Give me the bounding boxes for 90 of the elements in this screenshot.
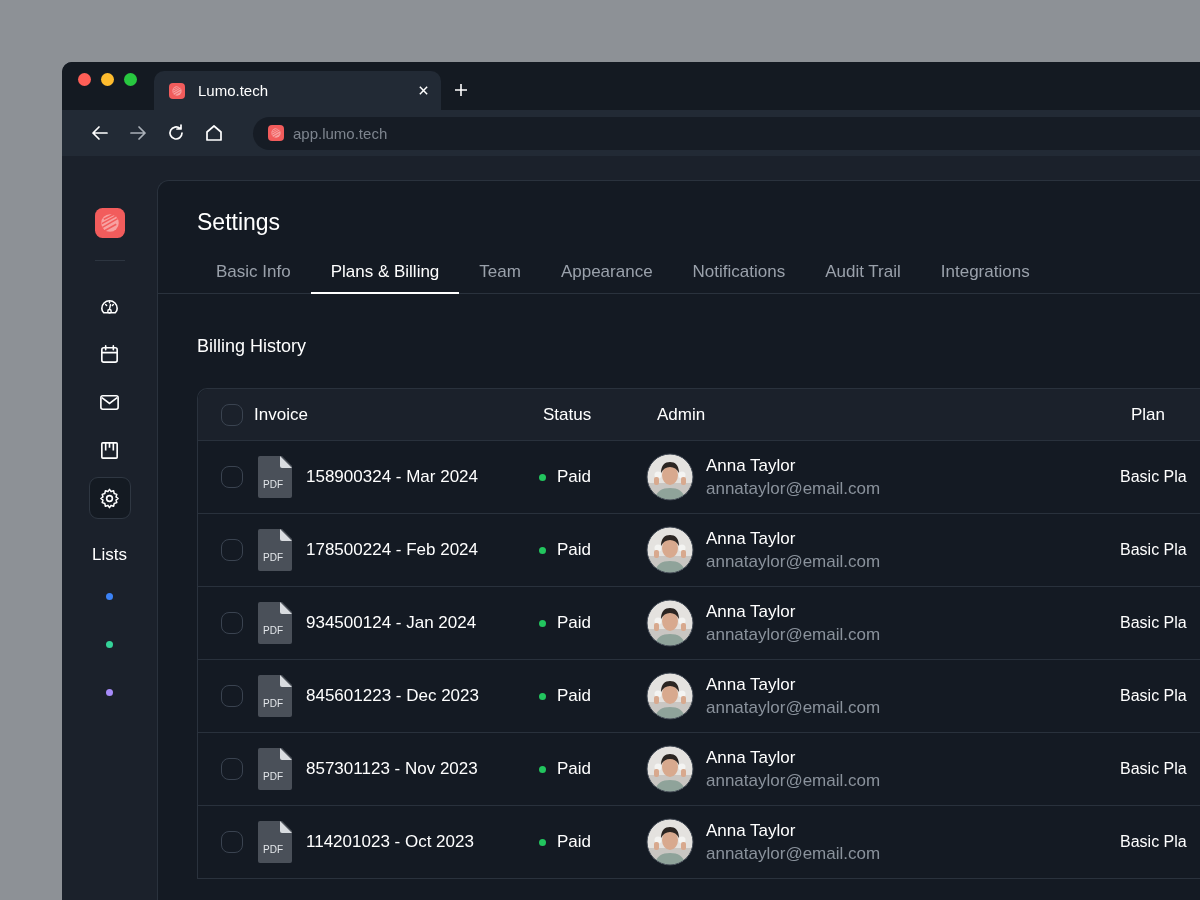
column-header: Admin bbox=[657, 404, 706, 425]
admin-email: annataylor@email.com bbox=[706, 478, 881, 499]
admin-email: annataylor@email.com bbox=[706, 624, 881, 645]
tab[interactable]: Team bbox=[459, 262, 541, 294]
browser-tab[interactable]: Lumo.tech bbox=[154, 71, 441, 110]
home-icon[interactable] bbox=[204, 123, 224, 143]
checkbox[interactable] bbox=[221, 466, 243, 488]
admin-email: annataylor@email.com bbox=[706, 843, 881, 864]
file-type-label: PDF bbox=[263, 479, 283, 490]
admin-email: annataylor@email.com bbox=[706, 551, 881, 572]
file-icon bbox=[258, 602, 292, 644]
invoice-link[interactable]: 934500124 - Jan 2024 bbox=[306, 613, 477, 633]
status-dot-icon bbox=[539, 546, 546, 554]
section-label: Lists bbox=[92, 545, 127, 565]
page-title: Settings bbox=[197, 209, 282, 236]
status-dot-icon bbox=[539, 692, 546, 700]
file-icon bbox=[258, 748, 292, 790]
file-type-label: PDF bbox=[263, 552, 283, 563]
reload-icon[interactable] bbox=[166, 123, 186, 143]
column-header: Plan bbox=[1131, 404, 1166, 425]
plan-name: Basic Pla bbox=[1120, 687, 1187, 705]
settings-icon bbox=[98, 486, 121, 510]
checkbox[interactable] bbox=[221, 539, 243, 561]
admin-name: Anna Taylor bbox=[706, 528, 797, 549]
status-text: Paid bbox=[557, 686, 592, 706]
status-text: Paid bbox=[557, 613, 592, 633]
admin-name: Anna Taylor bbox=[706, 601, 797, 622]
calendar-icon bbox=[98, 342, 121, 366]
invoice-link[interactable]: 158900324 - Mar 2024 bbox=[306, 467, 479, 487]
admin-name: Anna Taylor bbox=[706, 674, 797, 695]
tab[interactable]: Audit Trail bbox=[805, 262, 921, 294]
status-text: Paid bbox=[557, 540, 592, 560]
tab[interactable]: Appearance bbox=[540, 262, 673, 294]
invoice-link[interactable]: 845601223 - Dec 2023 bbox=[306, 686, 479, 706]
checkbox[interactable] bbox=[221, 403, 243, 426]
file-icon bbox=[258, 675, 292, 717]
plan-name: Basic Pla bbox=[1120, 468, 1187, 486]
tab-title: Lumo.tech bbox=[198, 82, 270, 99]
plan-name: Basic Pla bbox=[1120, 833, 1187, 851]
list-dot[interactable] bbox=[106, 641, 113, 648]
invoice-link[interactable]: 114201023 - Oct 2023 bbox=[306, 832, 474, 852]
forward-icon[interactable] bbox=[128, 123, 148, 143]
address-bar[interactable]: app.lumo.tech bbox=[253, 116, 1200, 150]
nav-button[interactable] bbox=[88, 477, 131, 519]
checkbox[interactable] bbox=[221, 758, 243, 780]
checkbox[interactable] bbox=[221, 685, 243, 707]
status-text: Paid bbox=[557, 759, 592, 779]
list-dot[interactable] bbox=[106, 593, 113, 600]
file-type-label: PDF bbox=[263, 771, 283, 782]
file-icon bbox=[258, 821, 292, 863]
close-icon[interactable] bbox=[418, 85, 429, 96]
section-title: Billing History bbox=[197, 336, 308, 357]
window-control-icon[interactable] bbox=[124, 73, 137, 86]
status-text: Paid bbox=[557, 832, 592, 852]
invoice-link[interactable]: 857301123 - Nov 2023 bbox=[306, 759, 478, 779]
tab[interactable]: Basic Info bbox=[196, 262, 311, 294]
file-type-label: PDF bbox=[263, 625, 283, 636]
file-type-label: PDF bbox=[263, 698, 283, 709]
admin-name: Anna Taylor bbox=[706, 747, 797, 768]
tab[interactable]: Notifications bbox=[672, 262, 806, 294]
file-type-label: PDF bbox=[263, 844, 283, 855]
admin-email: annataylor@email.com bbox=[706, 697, 881, 718]
invoice-link[interactable]: 178500224 - Feb 2024 bbox=[306, 540, 479, 560]
status-text: Paid bbox=[557, 467, 592, 487]
window-control-icon[interactable] bbox=[101, 73, 114, 86]
admin-name: Anna Taylor bbox=[706, 820, 797, 841]
list-dot[interactable] bbox=[106, 689, 113, 696]
column-header: Invoice bbox=[254, 404, 308, 425]
file-icon bbox=[258, 529, 292, 571]
logo-icon bbox=[268, 125, 284, 141]
plan-name: Basic Pla bbox=[1120, 760, 1187, 778]
checkbox[interactable] bbox=[221, 831, 243, 853]
status-dot-icon bbox=[539, 838, 546, 846]
admin-email: annataylor@email.com bbox=[706, 770, 881, 791]
admin-name: Anna Taylor bbox=[706, 455, 797, 476]
plan-name: Basic Pla bbox=[1120, 541, 1187, 559]
file-icon bbox=[258, 456, 292, 498]
tab[interactable]: Integrations bbox=[920, 262, 1050, 294]
plus-icon[interactable] bbox=[454, 83, 468, 97]
status-dot-icon bbox=[539, 473, 546, 481]
column-header: Status bbox=[543, 404, 592, 425]
back-icon[interactable] bbox=[90, 123, 110, 143]
logo-icon[interactable] bbox=[94, 208, 125, 238]
tab[interactable]: Plans & Billing bbox=[310, 262, 460, 294]
window-control-icon[interactable] bbox=[78, 73, 91, 86]
status-dot-icon bbox=[539, 619, 546, 627]
plan-name: Basic Pla bbox=[1120, 614, 1187, 632]
logo-icon bbox=[169, 82, 185, 99]
status-dot-icon bbox=[539, 765, 546, 773]
checkbox[interactable] bbox=[221, 612, 243, 634]
